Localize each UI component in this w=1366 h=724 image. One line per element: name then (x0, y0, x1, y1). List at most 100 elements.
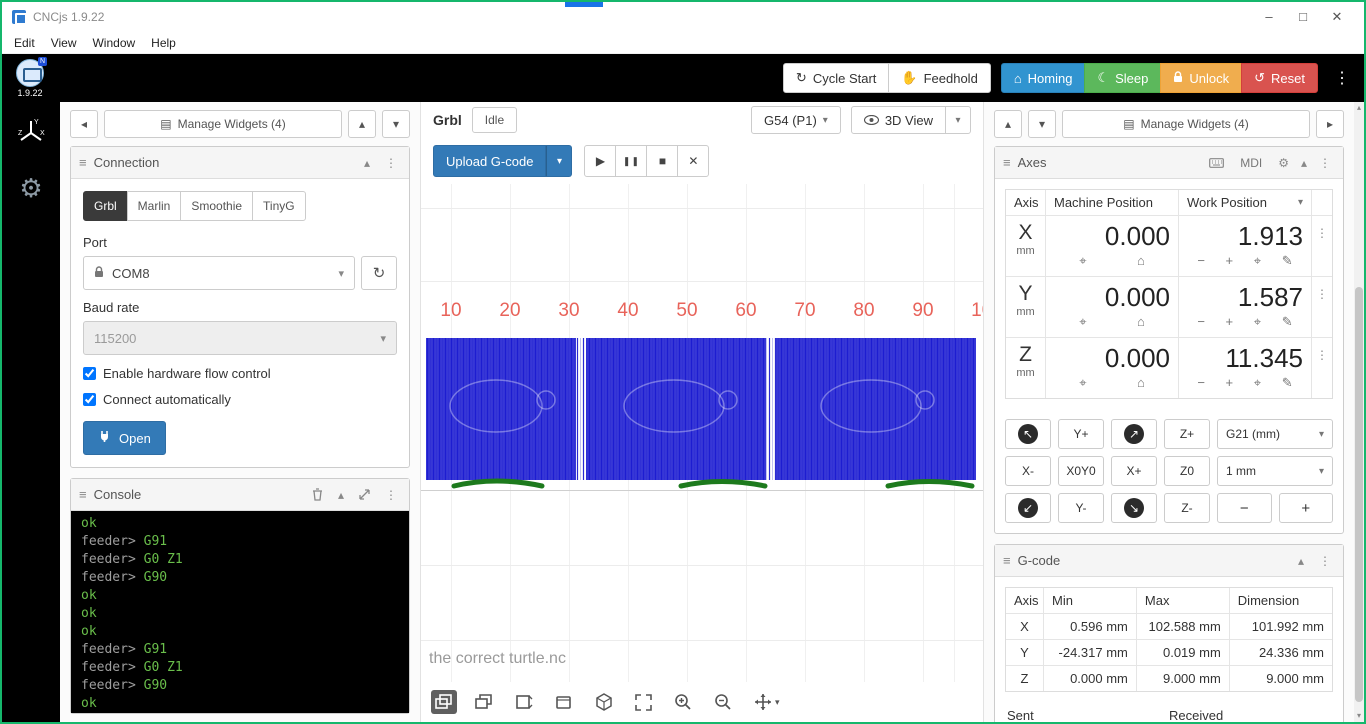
tab-tinyg[interactable]: TinyG (252, 191, 306, 221)
jog-z-minus-button[interactable]: Z- (1164, 493, 1210, 523)
position-display-dropdown[interactable]: ▾ (1298, 197, 1303, 208)
right-collapse-all-button[interactable]: ▴ (994, 110, 1022, 138)
console-fullscreen-button[interactable] (355, 487, 374, 502)
home-z-icon[interactable]: ⌂ (1135, 374, 1147, 392)
increase-z-button[interactable]: + (1224, 374, 1236, 392)
tab-marlin[interactable]: Marlin (127, 191, 182, 221)
connection-kebab-menu[interactable]: ⋮ (381, 154, 401, 172)
goto-machine-zero-y[interactable]: ⌖ (1077, 313, 1088, 331)
goto-machine-zero-x[interactable]: ⌖ (1077, 252, 1088, 270)
zoom-in-button[interactable] (670, 689, 696, 715)
view-back-button[interactable] (551, 690, 577, 714)
drag-handle-icon[interactable]: ≡ (79, 155, 87, 170)
drag-handle-icon[interactable]: ≡ (1003, 155, 1011, 170)
mdi-button[interactable]: MDI (1232, 152, 1270, 174)
goto-work-zero-x[interactable]: ⌖ (1252, 252, 1263, 270)
decrease-y-button[interactable]: − (1195, 313, 1207, 331)
console-clear-button[interactable] (308, 486, 327, 503)
minimize-button[interactable]: – (1252, 2, 1286, 32)
zoom-out-button[interactable] (710, 689, 736, 715)
menu-window[interactable]: Window (84, 36, 143, 50)
connection-collapse-button[interactable]: ▴ (360, 154, 374, 172)
vertical-scrollbar[interactable]: ▴ ▾ (1354, 102, 1364, 722)
collapse-right-column-button[interactable]: ▸ (1316, 110, 1344, 138)
home-y-icon[interactable]: ⌂ (1135, 313, 1147, 331)
view-top-button[interactable] (431, 690, 457, 714)
increase-y-button[interactable]: + (1224, 313, 1236, 331)
view-mode-dropdown[interactable]: 3D View (851, 106, 946, 134)
maximize-button[interactable]: □ (1286, 2, 1320, 32)
drag-handle-icon[interactable]: ≡ (79, 487, 87, 502)
gcode-kebab-menu[interactable]: ⋮ (1315, 552, 1335, 570)
settings-gear-icon[interactable]: ⚙ (19, 175, 42, 201)
view-front-button[interactable] (471, 690, 497, 714)
gcode-collapse-button[interactable]: ▴ (1294, 552, 1308, 570)
drag-handle-icon[interactable]: ≡ (1003, 553, 1011, 568)
menu-edit[interactable]: Edit (6, 36, 43, 50)
left-collapse-all-button[interactable]: ▴ (348, 110, 376, 138)
scroll-down-arrow[interactable]: ▾ (1354, 710, 1364, 722)
run-button[interactable]: ▶ (584, 145, 616, 177)
left-expand-all-button[interactable]: ▾ (382, 110, 410, 138)
tab-grbl[interactable]: Grbl (83, 191, 128, 221)
cycle-start-button[interactable]: ↻ Cycle Start (783, 63, 889, 93)
axes-collapse-button[interactable]: ▴ (1297, 154, 1311, 172)
goto-work-zero-z[interactable]: ⌖ (1252, 374, 1263, 392)
port-select[interactable]: COM8 ▾ (83, 256, 355, 290)
close-button[interactable]: ✕ (1320, 2, 1354, 32)
sleep-button[interactable]: ☾ Sleep (1084, 63, 1161, 93)
step-increase-button[interactable]: + (1279, 493, 1334, 523)
left-manage-widgets-button[interactable]: ▤ Manage Widgets (4) (104, 110, 342, 138)
y-axis-kebab-menu[interactable]: ⋮ (1312, 285, 1332, 303)
auto-connect-checkbox[interactable] (83, 393, 96, 406)
jog-z-plus-button[interactable]: Z+ (1164, 419, 1210, 449)
open-port-button[interactable]: Open (83, 421, 166, 455)
toolbar-kebab-menu[interactable]: ⋮ (1334, 68, 1350, 88)
z-axis-kebab-menu[interactable]: ⋮ (1312, 346, 1332, 364)
view-3d-button[interactable] (591, 689, 617, 715)
console-kebab-menu[interactable]: ⋮ (381, 486, 401, 504)
console-collapse-button[interactable]: ▴ (334, 486, 348, 504)
home-x-icon[interactable]: ⌂ (1135, 252, 1147, 270)
console-output[interactable]: ok feeder> G91 feeder> G0 Z1 feeder> G90… (71, 511, 409, 713)
x-axis-kebab-menu[interactable]: ⋮ (1312, 224, 1332, 242)
edit-y-button[interactable]: ✎ (1280, 313, 1295, 331)
right-expand-all-button[interactable]: ▾ (1028, 110, 1056, 138)
jog-y-plus-button[interactable]: Y+ (1058, 419, 1104, 449)
jog-x-plus-y-minus-button[interactable]: ↘ (1111, 493, 1157, 523)
visualizer-canvas[interactable]: 10 20 30 40 50 60 70 80 90 100 (421, 184, 983, 682)
stop-button[interactable]: ■ (646, 145, 678, 177)
scroll-up-arrow[interactable]: ▴ (1354, 102, 1364, 114)
step-decrease-button[interactable]: − (1217, 493, 1272, 523)
reset-button[interactable]: ↺ Reset (1241, 63, 1318, 93)
jog-x-minus-y-plus-button[interactable]: ↖ (1005, 419, 1051, 449)
wcs-dropdown[interactable]: G54 (P1) ▾ (751, 106, 841, 134)
axes-workspace-icon[interactable]: YXZ (16, 116, 46, 149)
collapse-left-column-button[interactable]: ◂ (70, 110, 98, 138)
goto-x0y0-button[interactable]: X0Y0 (1058, 456, 1104, 486)
tab-smoothie[interactable]: Smoothie (180, 191, 253, 221)
goto-work-zero-y[interactable]: ⌖ (1252, 313, 1263, 331)
view-options-caret[interactable]: ▾ (945, 106, 971, 134)
view-side-button[interactable] (511, 690, 537, 714)
jog-x-minus-y-minus-button[interactable]: ↙ (1005, 493, 1051, 523)
axes-kebab-menu[interactable]: ⋮ (1315, 154, 1335, 172)
keypad-icon-button[interactable] (1205, 156, 1228, 170)
goto-z0-button[interactable]: Z0 (1164, 456, 1210, 486)
menu-help[interactable]: Help (143, 36, 184, 50)
feedhold-button[interactable]: ✋ Feedhold (888, 63, 990, 93)
unload-button[interactable]: ✕ (677, 145, 709, 177)
jog-y-minus-button[interactable]: Y- (1058, 493, 1104, 523)
controller-state-button[interactable]: Idle (472, 107, 517, 133)
pan-tool-dropdown[interactable]: ▾ (750, 689, 784, 715)
flow-control-checkbox[interactable] (83, 367, 96, 380)
jog-x-plus-button[interactable]: X+ (1111, 456, 1157, 486)
menu-view[interactable]: View (43, 36, 85, 50)
axes-settings-button[interactable]: ⚙ (1274, 154, 1293, 172)
goto-machine-zero-z[interactable]: ⌖ (1077, 374, 1088, 392)
homing-button[interactable]: ⌂ Homing (1001, 63, 1086, 93)
zoom-fit-button[interactable] (631, 690, 656, 715)
unlock-button[interactable]: Unlock (1160, 63, 1242, 93)
decrease-z-button[interactable]: − (1195, 374, 1207, 392)
edit-x-button[interactable]: ✎ (1280, 252, 1295, 270)
